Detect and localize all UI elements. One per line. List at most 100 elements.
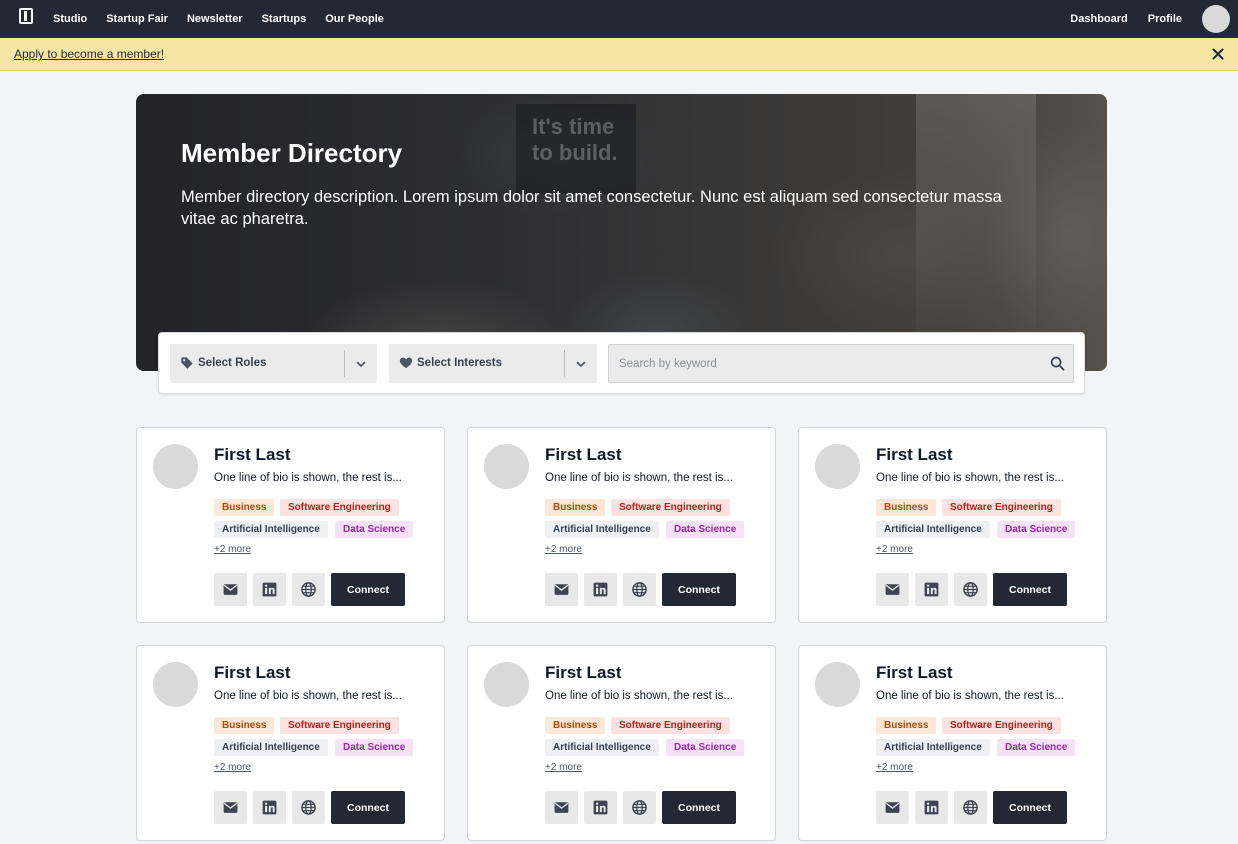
member-bio: One line of bio is shown, the rest is...: [876, 472, 1064, 484]
tag-business: Business: [876, 499, 937, 516]
email-button[interactable]: [876, 791, 909, 824]
website-button[interactable]: [292, 573, 325, 606]
interests-select[interactable]: Select Interests: [389, 344, 597, 383]
linkedin-icon: [262, 800, 277, 815]
search-input[interactable]: [619, 355, 1029, 373]
nav-link-startup-fair[interactable]: Startup Fair: [106, 13, 168, 25]
connect-button[interactable]: Connect: [993, 573, 1067, 606]
connect-button[interactable]: Connect: [993, 791, 1067, 824]
tag-artificial-intelligence: Artificial Intelligence: [214, 739, 328, 756]
tag-data-science: Data Science: [335, 739, 414, 756]
roles-select[interactable]: Select Roles: [170, 344, 377, 383]
email-button[interactable]: [545, 791, 578, 824]
chevron-down-icon[interactable]: [355, 358, 367, 370]
email-button[interactable]: [545, 573, 578, 606]
email-button[interactable]: [214, 573, 247, 606]
linkedin-button[interactable]: [584, 573, 617, 606]
mail-icon: [554, 584, 569, 595]
tag-artificial-intelligence: Artificial Intelligence: [545, 521, 659, 538]
linkedin-button[interactable]: [584, 791, 617, 824]
search-icon[interactable]: [1050, 356, 1065, 371]
linkedin-icon: [593, 800, 608, 815]
member-bio: One line of bio is shown, the rest is...: [214, 690, 402, 702]
more-tags-link[interactable]: +2 more: [545, 544, 582, 555]
search-box: [608, 344, 1074, 383]
member-name: First Last: [545, 445, 622, 464]
nav-link-our-people[interactable]: Our People: [325, 13, 384, 25]
tag-software-engineering: Software Engineering: [280, 717, 399, 734]
website-button[interactable]: [623, 573, 656, 606]
tag-artificial-intelligence: Artificial Intelligence: [545, 739, 659, 756]
email-button[interactable]: [214, 791, 247, 824]
mail-icon: [554, 802, 569, 813]
connect-button[interactable]: Connect: [331, 791, 405, 824]
more-tags-link[interactable]: +2 more: [214, 762, 251, 773]
more-tags-link[interactable]: +2 more: [876, 762, 913, 773]
nav-link-studio[interactable]: Studio: [53, 13, 87, 25]
website-button[interactable]: [292, 791, 325, 824]
globe-icon: [632, 800, 647, 815]
website-button[interactable]: [954, 573, 987, 606]
linkedin-button[interactable]: [253, 791, 286, 824]
member-card: First Last One line of bio is shown, the…: [467, 645, 776, 841]
tag-software-engineering: Software Engineering: [611, 499, 730, 516]
connect-button[interactable]: Connect: [662, 573, 736, 606]
website-button[interactable]: [623, 791, 656, 824]
mail-icon: [885, 802, 900, 813]
roles-select-label: Select Roles: [198, 357, 267, 369]
avatar[interactable]: [484, 662, 529, 707]
globe-icon: [963, 582, 978, 597]
linkedin-button[interactable]: [253, 573, 286, 606]
globe-icon: [963, 800, 978, 815]
member-card: First Last One line of bio is shown, the…: [467, 427, 776, 623]
linkedin-button[interactable]: [915, 573, 948, 606]
website-button[interactable]: [954, 791, 987, 824]
globe-icon: [632, 582, 647, 597]
tag-business: Business: [545, 717, 606, 734]
member-name: First Last: [876, 663, 953, 682]
linkedin-icon: [924, 800, 939, 815]
apply-banner: Apply to become a member!: [0, 38, 1238, 71]
globe-icon: [301, 800, 316, 815]
more-tags-link[interactable]: +2 more: [545, 762, 582, 773]
tag-software-engineering: Software Engineering: [942, 499, 1061, 516]
tag-business: Business: [214, 717, 275, 734]
nav-link-newsletter[interactable]: Newsletter: [187, 13, 243, 25]
chevron-down-icon[interactable]: [575, 358, 587, 370]
tag-icon: [181, 357, 193, 369]
tag-business: Business: [545, 499, 606, 516]
tag-software-engineering: Software Engineering: [942, 717, 1061, 734]
member-card: First Last One line of bio is shown, the…: [798, 645, 1107, 841]
avatar[interactable]: [815, 444, 860, 489]
apply-link[interactable]: Apply to become a member!: [14, 47, 164, 61]
logo-icon[interactable]: [19, 8, 33, 24]
member-card: First Last One line of bio is shown, the…: [136, 427, 445, 623]
avatar[interactable]: [153, 444, 198, 489]
linkedin-icon: [262, 582, 277, 597]
avatar[interactable]: [815, 662, 860, 707]
member-bio: One line of bio is shown, the rest is...: [214, 472, 402, 484]
member-name: First Last: [545, 663, 622, 682]
nav-links: Studio Startup Fair Newsletter Startups …: [53, 0, 384, 38]
tag-business: Business: [876, 717, 937, 734]
user-avatar[interactable]: [1202, 5, 1230, 33]
connect-button[interactable]: Connect: [662, 791, 736, 824]
connect-button[interactable]: Connect: [331, 573, 405, 606]
tag-data-science: Data Science: [997, 739, 1076, 756]
email-button[interactable]: [876, 573, 909, 606]
avatar[interactable]: [153, 662, 198, 707]
more-tags-link[interactable]: +2 more: [876, 544, 913, 555]
avatar[interactable]: [484, 444, 529, 489]
tag-software-engineering: Software Engineering: [280, 499, 399, 516]
nav-link-dashboard[interactable]: Dashboard: [1070, 13, 1127, 25]
tag-data-science: Data Science: [666, 739, 745, 756]
nav-link-profile[interactable]: Profile: [1148, 13, 1182, 25]
nav-link-startups[interactable]: Startups: [262, 13, 307, 25]
tag-data-science: Data Science: [335, 521, 414, 538]
mail-icon: [885, 584, 900, 595]
heart-icon: [399, 357, 413, 369]
close-icon[interactable]: [1210, 46, 1226, 62]
more-tags-link[interactable]: +2 more: [214, 544, 251, 555]
linkedin-button[interactable]: [915, 791, 948, 824]
page-title: Member Directory: [181, 138, 403, 168]
